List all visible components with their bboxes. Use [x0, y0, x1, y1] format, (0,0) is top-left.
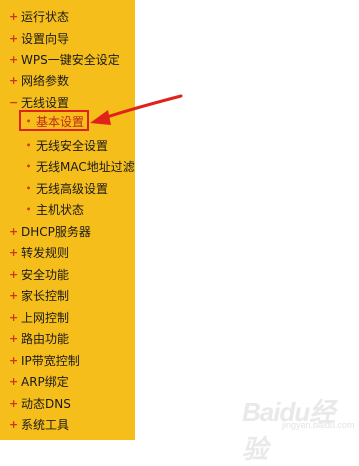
- main-content-area: [135, 0, 359, 440]
- sidebar-item-label: 家长控制: [21, 289, 70, 303]
- expand-plus-icon: +: [9, 418, 19, 431]
- sidebar-item-label: IP带宽控制: [21, 354, 80, 368]
- sidebar-item-system-tools[interactable]: + 系统工具: [0, 414, 135, 435]
- sidebar-item-label: 无线设置: [21, 96, 70, 110]
- sidebar-item-forwarding[interactable]: + 转发规则: [0, 242, 135, 263]
- sidebar-item-arp-binding[interactable]: + ARP绑定: [0, 371, 135, 392]
- sidebar-item-label: WPS一键安全设定: [21, 53, 120, 67]
- sidebar-item-label: 转发规则: [21, 246, 70, 260]
- sidebar-item-wps[interactable]: + WPS一键安全设定: [0, 49, 135, 70]
- expand-plus-icon: +: [9, 332, 19, 345]
- sidebar-item-wireless-security[interactable]: • 无线安全设置: [0, 135, 135, 156]
- bullet-icon: •: [25, 140, 32, 150]
- sidebar-item-label: 无线MAC地址过滤: [36, 160, 135, 174]
- sidebar-item-label: 无线安全设置: [36, 139, 109, 153]
- sidebar-item-label: 系统工具: [21, 418, 70, 432]
- expand-plus-icon: +: [9, 268, 19, 281]
- bullet-icon: •: [25, 204, 32, 214]
- bullet-icon: •: [25, 161, 32, 171]
- sidebar-item-ddns[interactable]: + 动态DNS: [0, 393, 135, 414]
- sidebar-item-wireless-advanced[interactable]: • 无线高级设置: [0, 178, 135, 199]
- sidebar-item-mac-filter[interactable]: • 无线MAC地址过滤: [0, 156, 135, 177]
- bullet-icon: •: [25, 183, 32, 193]
- expand-plus-icon: +: [9, 10, 19, 23]
- expand-plus-icon: +: [9, 375, 19, 388]
- pointer-arrow-icon: [90, 94, 183, 125]
- sidebar-item-label: 上网控制: [21, 311, 70, 325]
- expand-plus-icon: +: [9, 289, 19, 302]
- sidebar-item-label: 设置向导: [21, 32, 70, 46]
- expand-plus-icon: +: [9, 354, 19, 367]
- sidebar-item-label: ARP绑定: [21, 375, 69, 389]
- sidebar-item-access-control[interactable]: + 上网控制: [0, 307, 135, 328]
- expand-plus-icon: +: [9, 53, 19, 66]
- sidebar-item-label: 动态DNS: [21, 397, 71, 411]
- expand-plus-icon: +: [9, 225, 19, 238]
- sidebar-item-label: 无线高级设置: [36, 182, 109, 196]
- sidebar-item-dhcp[interactable]: + DHCP服务器: [0, 221, 135, 242]
- sidebar-item-parental-control[interactable]: + 家长控制: [0, 285, 135, 306]
- sidebar-item-label: 安全功能: [21, 268, 70, 282]
- sidebar-item-label: 运行状态: [21, 10, 70, 24]
- expand-plus-icon: +: [9, 311, 19, 324]
- sidebar-item-label: 路由功能: [21, 332, 70, 346]
- sidebar-item-label: 网络参数: [21, 74, 70, 88]
- sidebar-item-label: DHCP服务器: [21, 225, 91, 239]
- sidebar-item-security[interactable]: + 安全功能: [0, 264, 135, 285]
- collapse-minus-icon: −: [9, 96, 19, 109]
- sidebar-item-network-params[interactable]: + 网络参数: [0, 70, 135, 91]
- sidebar-item-routing[interactable]: + 路由功能: [0, 328, 135, 349]
- expand-plus-icon: +: [9, 74, 19, 87]
- expand-plus-icon: +: [9, 397, 19, 410]
- sidebar-item-label: 主机状态: [36, 203, 85, 217]
- sidebar-item-host-status[interactable]: • 主机状态: [0, 199, 135, 220]
- sidebar-item-setup-wizard[interactable]: + 设置向导: [0, 28, 135, 49]
- expand-plus-icon: +: [9, 246, 19, 259]
- sidebar-item-bandwidth-control[interactable]: + IP带宽控制: [0, 350, 135, 371]
- sidebar-menu: + 运行状态 + 设置向导 + WPS一键安全设定 + 网络参数 − 无线设置 …: [0, 0, 135, 440]
- highlight-box: [19, 110, 89, 131]
- sidebar-item-running-status[interactable]: + 运行状态: [0, 6, 135, 27]
- expand-plus-icon: +: [9, 32, 19, 45]
